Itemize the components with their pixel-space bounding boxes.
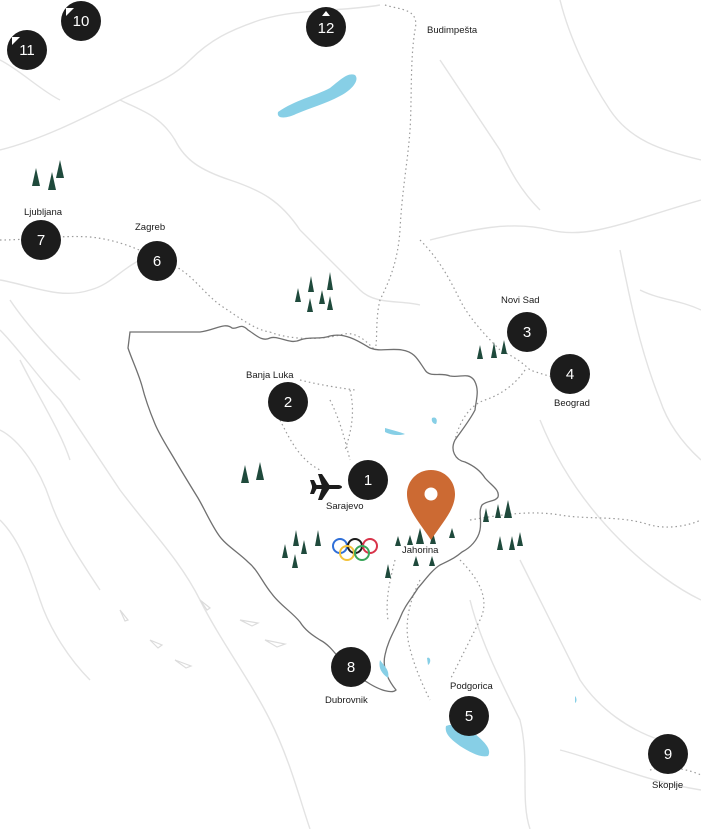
marker-number: 10: [73, 13, 90, 30]
city-marker-2[interactable]: 2: [268, 382, 308, 422]
tree-icon: [477, 340, 507, 359]
city-label-dubrovnik: Dubrovnik: [325, 695, 368, 706]
city-label-beograd: Beograd: [554, 398, 590, 409]
tree-icon: [241, 462, 264, 483]
airplane-icon: [310, 474, 342, 500]
lake-small-2: [431, 417, 437, 424]
tree-icon: [282, 530, 321, 568]
lake-balaton: [277, 74, 357, 118]
city-marker-7[interactable]: 7: [21, 220, 61, 260]
marker-number: 11: [19, 42, 35, 59]
tree-icon: [295, 272, 333, 312]
lake-small-4: [427, 657, 431, 665]
marker-number: 6: [153, 253, 161, 270]
marker-number: 1: [364, 472, 372, 489]
lake-small-5: [575, 696, 577, 703]
city-marker-9[interactable]: 9: [648, 734, 688, 774]
marker-number: 7: [37, 232, 45, 249]
city-marker-10[interactable]: 10: [61, 1, 101, 41]
olympic-rings-icon: [332, 538, 378, 561]
marker-number: 9: [664, 746, 672, 763]
city-label-skoplje: Skoplje: [652, 780, 683, 791]
city-marker-3[interactable]: 3: [507, 312, 547, 352]
city-marker-4[interactable]: 4: [550, 354, 590, 394]
city-marker-12[interactable]: 12: [306, 7, 346, 47]
map-canvas[interactable]: Jahorina 1 Sarajevo 2 Banja Luka 3 Novi …: [0, 0, 701, 829]
city-marker-6[interactable]: 6: [137, 241, 177, 281]
islands: [119, 599, 288, 669]
city-marker-11[interactable]: 11: [7, 30, 47, 70]
tree-icon: [32, 160, 64, 190]
city-label-sarajevo: Sarajevo: [326, 501, 364, 512]
city-label-podgorica: Podgorica: [450, 681, 493, 692]
lake-small-1: [385, 428, 405, 436]
marker-number: 5: [465, 708, 473, 725]
city-label-budimpesta: Budimpešta: [427, 25, 478, 36]
marker-number: 2: [284, 394, 292, 411]
city-marker-5[interactable]: 5: [449, 696, 489, 736]
city-marker-1[interactable]: 1: [348, 460, 388, 500]
marker-number: 12: [318, 20, 335, 37]
pin-label-jahorina: Jahorina: [402, 545, 439, 556]
water-bodies: [277, 74, 577, 757]
marker-number: 3: [523, 324, 531, 341]
city-label-ljubljana: Ljubljana: [24, 207, 63, 218]
marker-number: 4: [566, 366, 574, 383]
location-pin-icon[interactable]: [407, 470, 455, 540]
city-label-novi-sad: Novi Sad: [501, 295, 540, 306]
marker-number: 8: [347, 659, 355, 676]
tree-icon: [483, 500, 523, 550]
forests: [32, 160, 523, 578]
city-label-zagreb: Zagreb: [135, 222, 165, 233]
city-marker-8[interactable]: 8: [331, 647, 371, 687]
city-label-banja-luka: Banja Luka: [246, 370, 294, 381]
